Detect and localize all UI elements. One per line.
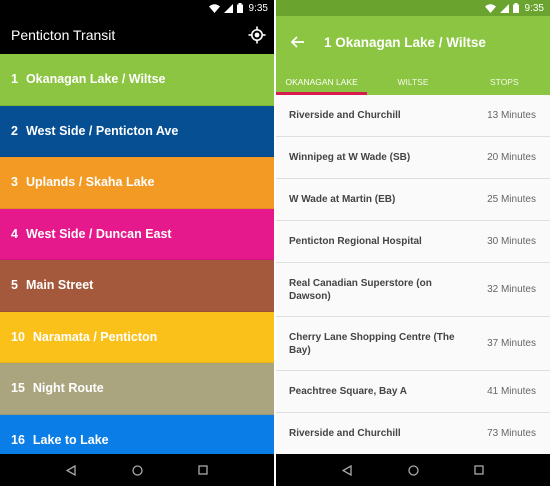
route-item[interactable]: 5 Main Street [0, 260, 274, 312]
route-number: 1 [11, 72, 18, 87]
left-phone-screen: 9:35 Penticton Transit 1 Okanagan Lake / … [0, 0, 274, 486]
route-list: 1 Okanagan Lake / Wiltse 2 West Side / Pent… [0, 54, 274, 454]
app-bar: 1 Okanagan Lake / Wiltse [276, 16, 550, 68]
route-number: 16 [11, 432, 25, 447]
route-name: Main Street [25, 278, 94, 293]
stop-name: W Wade at Martin (EB) [289, 194, 396, 205]
route-name: West Side / Duncan East [25, 226, 172, 241]
stop-travel-time: 32 Minutes [487, 284, 536, 295]
stop-row[interactable]: Riverside and Churchill 13 Minutes [276, 95, 550, 137]
battery-icon [236, 3, 243, 13]
stop-name: Peachtree Square, Bay A [289, 386, 408, 397]
route-name: Uplands / Skaha Lake [25, 175, 155, 190]
nav-back-icon[interactable] [64, 463, 78, 477]
stop-row[interactable]: Riverside and Churchill 73 Minutes [276, 413, 550, 454]
stop-row[interactable]: Cherry Lane Shopping Centre (The Bay) 37 … [276, 317, 550, 371]
app-bar: Penticton Transit [0, 16, 274, 54]
nav-home-icon[interactable] [130, 463, 144, 477]
status-time: 9:35 [248, 2, 268, 14]
stop-row[interactable]: Peachtree Square, Bay A 41 Minutes [276, 371, 550, 413]
stop-travel-time: 20 Minutes [487, 152, 536, 163]
my-location-icon[interactable] [248, 26, 266, 44]
right-phone-screen: 9:35 1 Okanagan Lake / Wiltse OKANAGAN L… [276, 0, 550, 486]
status-bar: 9:35 [0, 0, 274, 16]
stop-name: Winnipeg at W Wade (SB) [289, 152, 411, 163]
tab-stops[interactable]: STOPS [459, 68, 550, 95]
stop-row[interactable]: Winnipeg at W Wade (SB) 20 Minutes [276, 137, 550, 179]
nav-recents-icon[interactable] [196, 463, 210, 477]
route-name: West Side / Penticton Ave [25, 123, 179, 138]
route-item[interactable]: 1 Okanagan Lake / Wiltse [0, 54, 274, 106]
stop-travel-time: 41 Minutes [487, 386, 536, 397]
stop-travel-time: 30 Minutes [487, 236, 536, 247]
route-number: 4 [11, 226, 18, 241]
stop-row[interactable]: Penticton Regional Hospital 30 Minutes [276, 221, 550, 263]
route-name: Night Route [32, 381, 104, 396]
app-title: Penticton Transit [11, 27, 116, 43]
wifi-icon [208, 3, 220, 13]
route-item[interactable]: 2 West Side / Penticton Ave [0, 105, 274, 157]
stop-travel-time: 73 Minutes [487, 428, 536, 439]
tab-wiltse[interactable]: WILTSE [367, 68, 458, 95]
stop-name: Penticton Regional Hospital [289, 236, 422, 247]
route-number: 15 [11, 381, 25, 396]
route-item[interactable]: 15 Night Route [0, 363, 274, 415]
route-item[interactable]: 16 Lake to Lake [0, 414, 274, 454]
route-title: 1 Okanagan Lake / Wiltse [324, 34, 486, 50]
nav-home-icon[interactable] [406, 463, 420, 477]
signal-icon [499, 3, 509, 13]
navigation-bar [0, 454, 274, 486]
wifi-icon [484, 3, 496, 13]
stop-list: Riverside and Churchill 13 Minutes Winnipe… [276, 95, 550, 454]
tab-okanagan-lake[interactable]: OKANAGAN LAKE [276, 68, 368, 95]
direction-tabs: OKANAGAN LAKE WILTSE STOPS [276, 68, 550, 95]
stop-travel-time: 37 Minutes [487, 338, 536, 349]
battery-icon [512, 3, 519, 13]
nav-back-icon[interactable] [340, 463, 354, 477]
nav-recents-icon[interactable] [472, 463, 486, 477]
stop-travel-time: 25 Minutes [487, 194, 536, 205]
stop-row[interactable]: W Wade at Martin (EB) 25 Minutes [276, 179, 550, 221]
route-number: 10 [11, 329, 25, 344]
route-item[interactable]: 4 West Side / Duncan East [0, 208, 274, 260]
stop-name: Real Canadian Superstore (on Dawson) [289, 277, 432, 302]
stop-row[interactable]: Real Canadian Superstore (on Dawson) 32 M… [276, 263, 550, 317]
stop-name: Cherry Lane Shopping Centre (The Bay) [289, 331, 455, 356]
status-bar: 9:35 [276, 0, 550, 16]
navigation-bar [276, 454, 550, 486]
route-item[interactable]: 3 Uplands / Skaha Lake [0, 157, 274, 209]
back-arrow-icon[interactable] [288, 32, 308, 52]
route-item[interactable]: 10 Naramata / Penticton [0, 311, 274, 363]
route-number: 3 [11, 175, 18, 190]
status-time: 9:35 [524, 2, 544, 14]
stop-name: Riverside and Churchill [289, 110, 401, 121]
route-number: 2 [11, 123, 18, 138]
stop-name: Riverside and Churchill [289, 428, 401, 439]
route-name: Okanagan Lake / Wiltse [25, 72, 166, 87]
route-name: Naramata / Penticton [32, 329, 158, 344]
stop-travel-time: 13 Minutes [487, 110, 536, 121]
route-name: Lake to Lake [32, 432, 109, 447]
route-number: 5 [11, 278, 18, 293]
signal-icon [223, 3, 233, 13]
